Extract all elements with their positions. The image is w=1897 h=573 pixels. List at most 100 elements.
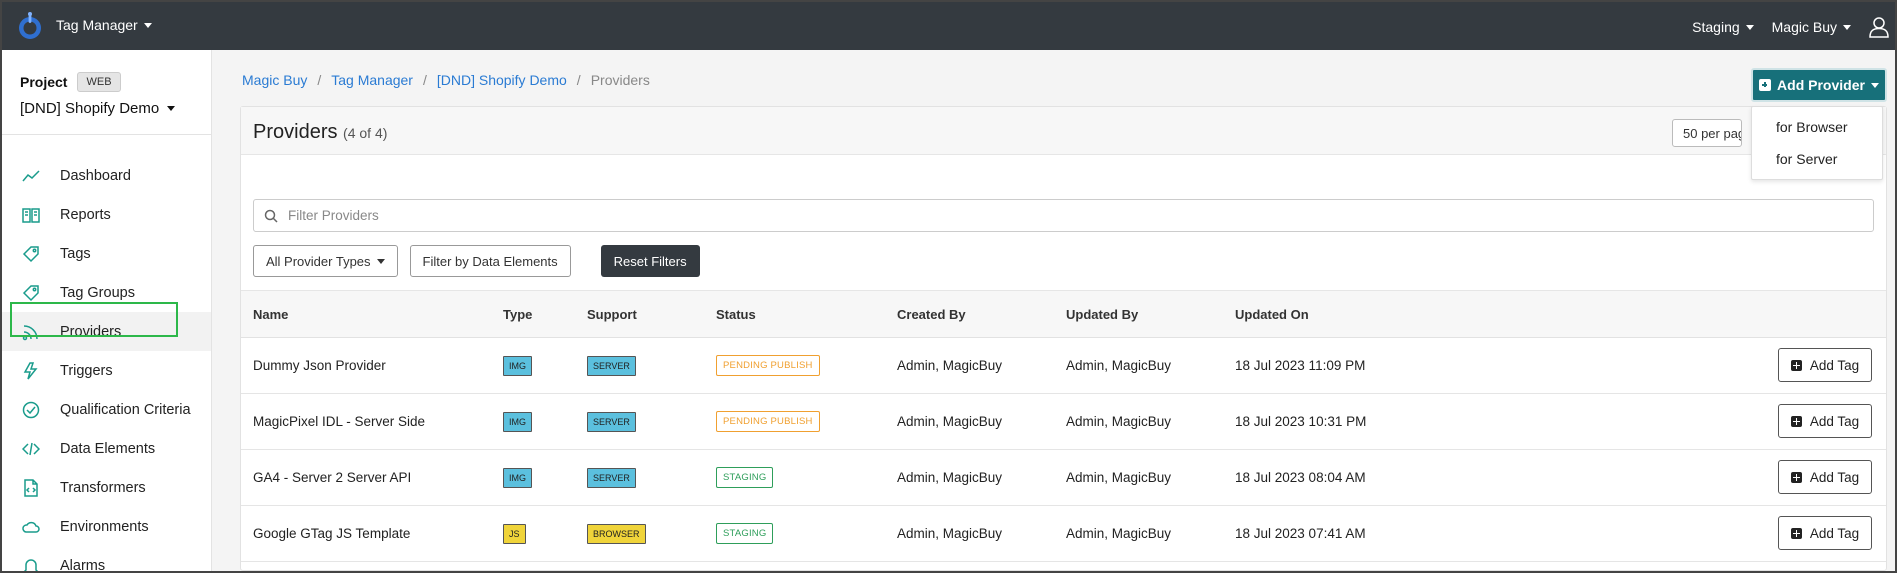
top-right-menus: Staging Magic Buy bbox=[1692, 16, 1889, 38]
app-logo-icon[interactable] bbox=[16, 11, 44, 41]
status-cell: PENDING PUBLISH bbox=[716, 338, 820, 393]
providers-count: (4 of 4) bbox=[343, 125, 388, 141]
bolt-icon bbox=[22, 361, 40, 380]
menu-item-for-browser[interactable]: for Browser bbox=[1752, 111, 1882, 143]
sidebar-item-reports[interactable]: Reports bbox=[2, 195, 211, 234]
breadcrumb-link-project[interactable]: [DND] Shopify Demo bbox=[437, 72, 567, 88]
sidebar-item-data-elements[interactable]: Data Elements bbox=[2, 429, 211, 468]
filter-providers-input[interactable] bbox=[288, 208, 1737, 223]
sidebar-item-alarms[interactable]: Alarms bbox=[2, 546, 211, 573]
provider-name[interactable]: MagicPixel IDL - Server Side bbox=[253, 394, 425, 449]
user-icon[interactable] bbox=[1869, 16, 1889, 38]
sidebar-item-label: Triggers bbox=[60, 362, 113, 379]
breadcrumb-link-tag-manager[interactable]: Tag Manager bbox=[331, 72, 413, 88]
table-row[interactable]: Dummy Json Provider IMG SERVER PENDING P… bbox=[241, 338, 1886, 394]
provider-name[interactable]: Dummy Json Provider bbox=[253, 338, 386, 393]
reset-filters-button[interactable]: Reset Filters bbox=[600, 245, 700, 277]
filter-providers-field[interactable] bbox=[253, 199, 1874, 232]
main-content: Magic Buy / Tag Manager / [DND] Shopify … bbox=[212, 50, 1895, 571]
updated-on: 18 Jul 2023 08:04 AM bbox=[1235, 470, 1366, 485]
add-tag-label: Add Tag bbox=[1809, 413, 1860, 429]
breadcrumb-link-account[interactable]: Magic Buy bbox=[242, 72, 307, 88]
chart-line-icon bbox=[22, 167, 40, 185]
created-by: Admin, MagicBuy bbox=[897, 526, 1003, 541]
sidebar-item-dashboard[interactable]: Dashboard bbox=[2, 156, 211, 195]
table-row[interactable]: MagicPixel IDL - Server Side IMG SERVER … bbox=[241, 394, 1886, 450]
table-row[interactable]: GA4 - Server 2 Server API IMG SERVER STA… bbox=[241, 450, 1886, 506]
sidebar-item-triggers[interactable]: Triggers bbox=[2, 351, 211, 390]
sidebar-item-label: Qualification Criteria bbox=[60, 401, 191, 418]
provider-types-dropdown[interactable]: All Provider Types bbox=[253, 245, 398, 277]
status-badge: STAGING bbox=[716, 467, 774, 488]
menu-item-for-server[interactable]: for Server bbox=[1752, 143, 1882, 175]
sidebar-item-label: Environments bbox=[60, 518, 149, 535]
column-header-updated-on[interactable]: Updated On bbox=[1235, 291, 1309, 337]
filter-data-elements-button[interactable]: Filter by Data Elements bbox=[409, 245, 571, 277]
column-header-updated-by[interactable]: Updated By bbox=[1066, 291, 1138, 337]
add-tag-label: Add Tag bbox=[1809, 469, 1860, 485]
filter-buttons: All Provider Types Filter by Data Elemen… bbox=[253, 245, 700, 277]
support-badge-cell: SERVER bbox=[587, 450, 636, 505]
account-dropdown[interactable]: Magic Buy bbox=[1772, 19, 1851, 35]
status-badge: STAGING bbox=[716, 523, 774, 544]
provider-name[interactable]: GA4 - Server 2 Server API bbox=[253, 450, 411, 505]
caret-down-icon bbox=[1843, 24, 1851, 30]
updated-by: Admin, MagicBuy bbox=[1066, 358, 1172, 373]
sidebar-item-label: Reports bbox=[60, 206, 111, 223]
column-header-status[interactable]: Status bbox=[716, 291, 756, 337]
provider-name[interactable]: Google GTag JS Template bbox=[253, 506, 410, 561]
sidebar-item-tags[interactable]: Tags bbox=[2, 234, 211, 273]
sidebar-item-transformers[interactable]: Transformers bbox=[2, 468, 211, 507]
rss-icon bbox=[22, 323, 40, 341]
sidebar-item-environments[interactable]: Environments bbox=[2, 507, 211, 546]
add-tag-button[interactable]: Add Tag bbox=[1778, 516, 1872, 550]
project-selector[interactable]: [DND] Shopify Demo bbox=[20, 100, 176, 117]
updated-on: 18 Jul 2023 11:09 PM bbox=[1235, 358, 1366, 373]
app-switcher-dropdown[interactable]: Tag Manager bbox=[56, 17, 152, 33]
divider bbox=[2, 134, 211, 135]
caret-down-icon bbox=[376, 258, 385, 264]
plus-square-icon bbox=[1790, 471, 1802, 483]
add-tag-label: Add Tag bbox=[1809, 357, 1860, 373]
environment-dropdown[interactable]: Staging bbox=[1692, 19, 1754, 35]
status-cell: PENDING PUBLISH bbox=[716, 394, 820, 449]
caret-down-icon bbox=[1870, 82, 1879, 88]
add-provider-button[interactable]: Add Provider bbox=[1751, 68, 1887, 102]
plus-square-icon bbox=[1759, 79, 1772, 91]
type-badge-cell: IMG bbox=[503, 338, 532, 393]
per-page-select[interactable]: 50 per page bbox=[1672, 119, 1742, 147]
file-code-icon bbox=[22, 478, 40, 497]
column-header-created-by[interactable]: Created By bbox=[897, 291, 966, 337]
plus-square-icon bbox=[1790, 415, 1802, 427]
created-by: Admin, MagicBuy bbox=[897, 414, 1003, 429]
type-badge: IMG bbox=[503, 467, 532, 488]
sidebar-item-tag-groups[interactable]: Tag Groups bbox=[2, 273, 211, 312]
sidebar-item-providers[interactable]: Providers bbox=[2, 312, 211, 351]
type-badge-cell: JS bbox=[503, 506, 526, 561]
caret-down-icon bbox=[167, 106, 176, 111]
column-header-type[interactable]: Type bbox=[503, 291, 532, 337]
updated-on: 18 Jul 2023 07:41 AM bbox=[1235, 526, 1366, 541]
support-badge-cell: BROWSER bbox=[587, 506, 646, 561]
add-tag-button[interactable]: Add Tag bbox=[1778, 404, 1872, 438]
add-tag-button[interactable]: Add Tag bbox=[1778, 348, 1872, 382]
app-window: Tag Manager Staging Magic Buy Project WE… bbox=[0, 0, 1897, 573]
support-badge: SERVER bbox=[587, 355, 636, 376]
support-badge-cell: SERVER bbox=[587, 394, 636, 449]
provider-types-label: All Provider Types bbox=[266, 253, 371, 269]
add-tag-button[interactable]: Add Tag bbox=[1778, 460, 1872, 494]
column-header-name[interactable]: Name bbox=[253, 291, 288, 337]
column-header-support[interactable]: Support bbox=[587, 291, 637, 337]
add-provider-label: Add Provider bbox=[1777, 77, 1865, 93]
sidebar-item-qualification-criteria[interactable]: Qualification Criteria bbox=[2, 390, 211, 429]
code-icon bbox=[22, 440, 40, 458]
sidebar-item-label: Data Elements bbox=[60, 440, 156, 457]
platform-badge: WEB bbox=[77, 72, 121, 92]
page-title: Providers (4 of 4) bbox=[253, 121, 387, 144]
table-row[interactable]: Google GTag JS Template JS BROWSER STAGI… bbox=[241, 506, 1886, 562]
type-badge-cell: IMG bbox=[503, 450, 532, 505]
breadcrumb-separator: / bbox=[576, 72, 581, 88]
bell-icon bbox=[22, 557, 40, 571]
sidebar-item-label: Alarms bbox=[60, 557, 106, 573]
support-badge: BROWSER bbox=[587, 523, 646, 544]
